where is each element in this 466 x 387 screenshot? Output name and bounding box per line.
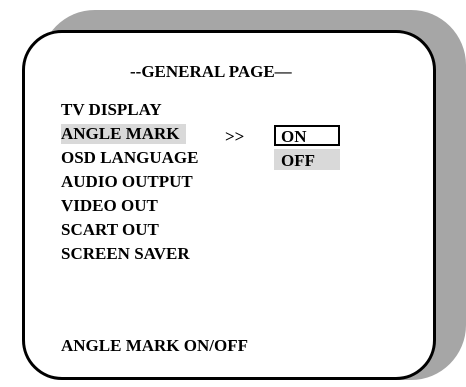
menu-item-tv-display[interactable]: TV DISPLAY xyxy=(61,100,162,120)
menu-item-screen-saver[interactable]: SCREEN SAVER xyxy=(61,244,190,264)
option-on[interactable]: ON xyxy=(274,125,340,146)
menu-item-video-out[interactable]: VIDEO OUT xyxy=(61,196,158,216)
help-text: ANGLE MARK ON/OFF xyxy=(61,336,248,355)
option-off[interactable]: OFF xyxy=(274,149,340,170)
page-title: --GENERAL PAGE— xyxy=(130,62,292,81)
menu-item-osd-language[interactable]: OSD LANGUAGE xyxy=(61,148,198,168)
menu-item-scart-out[interactable]: SCART OUT xyxy=(61,220,159,240)
osd-panel: --GENERAL PAGE— TV DISPLAY ANGLE MARK OS… xyxy=(22,30,436,380)
menu-item-angle-mark[interactable]: ANGLE MARK xyxy=(61,124,186,144)
submenu-arrow-icon: >> xyxy=(225,127,245,146)
menu-item-audio-output[interactable]: AUDIO OUTPUT xyxy=(61,172,193,192)
